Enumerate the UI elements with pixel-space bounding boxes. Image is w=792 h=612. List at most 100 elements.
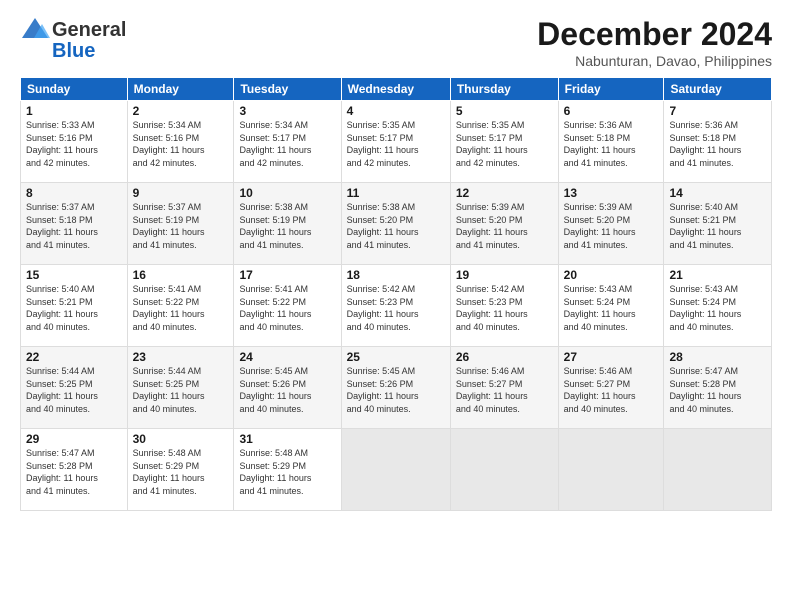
- logo-icon: [20, 16, 50, 44]
- day-info: Sunrise: 5:41 AM Sunset: 5:22 PM Dayligh…: [133, 283, 229, 333]
- weekday-header: Sunday: [21, 78, 128, 101]
- day-info: Sunrise: 5:37 AM Sunset: 5:18 PM Dayligh…: [26, 201, 122, 251]
- calendar-cell: 4Sunrise: 5:35 AM Sunset: 5:17 PM Daylig…: [341, 101, 450, 183]
- calendar-cell: 12Sunrise: 5:39 AM Sunset: 5:20 PM Dayli…: [450, 183, 558, 265]
- day-number: 31: [239, 432, 335, 446]
- calendar-cell: 29Sunrise: 5:47 AM Sunset: 5:28 PM Dayli…: [21, 429, 128, 511]
- calendar-week-row: 8Sunrise: 5:37 AM Sunset: 5:18 PM Daylig…: [21, 183, 772, 265]
- calendar-cell: 25Sunrise: 5:45 AM Sunset: 5:26 PM Dayli…: [341, 347, 450, 429]
- day-number: 16: [133, 268, 229, 282]
- day-number: 20: [564, 268, 659, 282]
- day-info: Sunrise: 5:44 AM Sunset: 5:25 PM Dayligh…: [133, 365, 229, 415]
- calendar-cell: 7Sunrise: 5:36 AM Sunset: 5:18 PM Daylig…: [664, 101, 772, 183]
- calendar-cell: [341, 429, 450, 511]
- weekday-header: Saturday: [664, 78, 772, 101]
- calendar-cell: 8Sunrise: 5:37 AM Sunset: 5:18 PM Daylig…: [21, 183, 128, 265]
- calendar-cell: 19Sunrise: 5:42 AM Sunset: 5:23 PM Dayli…: [450, 265, 558, 347]
- calendar-cell: 26Sunrise: 5:46 AM Sunset: 5:27 PM Dayli…: [450, 347, 558, 429]
- day-number: 17: [239, 268, 335, 282]
- calendar-week-row: 1Sunrise: 5:33 AM Sunset: 5:16 PM Daylig…: [21, 101, 772, 183]
- calendar-cell: [558, 429, 664, 511]
- calendar-cell: 14Sunrise: 5:40 AM Sunset: 5:21 PM Dayli…: [664, 183, 772, 265]
- calendar-cell: 9Sunrise: 5:37 AM Sunset: 5:19 PM Daylig…: [127, 183, 234, 265]
- day-number: 9: [133, 186, 229, 200]
- day-info: Sunrise: 5:48 AM Sunset: 5:29 PM Dayligh…: [239, 447, 335, 497]
- day-info: Sunrise: 5:39 AM Sunset: 5:20 PM Dayligh…: [456, 201, 553, 251]
- day-number: 3: [239, 104, 335, 118]
- calendar-cell: 28Sunrise: 5:47 AM Sunset: 5:28 PM Dayli…: [664, 347, 772, 429]
- day-number: 24: [239, 350, 335, 364]
- day-info: Sunrise: 5:36 AM Sunset: 5:18 PM Dayligh…: [564, 119, 659, 169]
- day-info: Sunrise: 5:45 AM Sunset: 5:26 PM Dayligh…: [239, 365, 335, 415]
- day-info: Sunrise: 5:44 AM Sunset: 5:25 PM Dayligh…: [26, 365, 122, 415]
- title-block: December 2024 Nabunturan, Davao, Philipp…: [537, 16, 772, 69]
- day-number: 6: [564, 104, 659, 118]
- page-header: General Blue December 2024 Nabunturan, D…: [20, 16, 772, 69]
- calendar-cell: 15Sunrise: 5:40 AM Sunset: 5:21 PM Dayli…: [21, 265, 128, 347]
- day-number: 12: [456, 186, 553, 200]
- day-number: 30: [133, 432, 229, 446]
- weekday-header: Monday: [127, 78, 234, 101]
- calendar-week-row: 22Sunrise: 5:44 AM Sunset: 5:25 PM Dayli…: [21, 347, 772, 429]
- weekday-header: Tuesday: [234, 78, 341, 101]
- day-number: 8: [26, 186, 122, 200]
- calendar-cell: 22Sunrise: 5:44 AM Sunset: 5:25 PM Dayli…: [21, 347, 128, 429]
- day-info: Sunrise: 5:43 AM Sunset: 5:24 PM Dayligh…: [564, 283, 659, 333]
- day-info: Sunrise: 5:47 AM Sunset: 5:28 PM Dayligh…: [26, 447, 122, 497]
- day-number: 2: [133, 104, 229, 118]
- day-info: Sunrise: 5:47 AM Sunset: 5:28 PM Dayligh…: [669, 365, 766, 415]
- calendar-cell: 2Sunrise: 5:34 AM Sunset: 5:16 PM Daylig…: [127, 101, 234, 183]
- day-info: Sunrise: 5:35 AM Sunset: 5:17 PM Dayligh…: [456, 119, 553, 169]
- day-number: 21: [669, 268, 766, 282]
- calendar-cell: 16Sunrise: 5:41 AM Sunset: 5:22 PM Dayli…: [127, 265, 234, 347]
- day-info: Sunrise: 5:37 AM Sunset: 5:19 PM Dayligh…: [133, 201, 229, 251]
- day-info: Sunrise: 5:34 AM Sunset: 5:17 PM Dayligh…: [239, 119, 335, 169]
- day-info: Sunrise: 5:39 AM Sunset: 5:20 PM Dayligh…: [564, 201, 659, 251]
- calendar-cell: 3Sunrise: 5:34 AM Sunset: 5:17 PM Daylig…: [234, 101, 341, 183]
- day-number: 1: [26, 104, 122, 118]
- calendar-cell: 21Sunrise: 5:43 AM Sunset: 5:24 PM Dayli…: [664, 265, 772, 347]
- calendar-cell: 31Sunrise: 5:48 AM Sunset: 5:29 PM Dayli…: [234, 429, 341, 511]
- calendar-cell: 6Sunrise: 5:36 AM Sunset: 5:18 PM Daylig…: [558, 101, 664, 183]
- day-info: Sunrise: 5:42 AM Sunset: 5:23 PM Dayligh…: [347, 283, 445, 333]
- day-info: Sunrise: 5:46 AM Sunset: 5:27 PM Dayligh…: [564, 365, 659, 415]
- calendar-cell: 23Sunrise: 5:44 AM Sunset: 5:25 PM Dayli…: [127, 347, 234, 429]
- calendar-cell: 17Sunrise: 5:41 AM Sunset: 5:22 PM Dayli…: [234, 265, 341, 347]
- day-info: Sunrise: 5:34 AM Sunset: 5:16 PM Dayligh…: [133, 119, 229, 169]
- day-number: 19: [456, 268, 553, 282]
- day-number: 7: [669, 104, 766, 118]
- day-info: Sunrise: 5:35 AM Sunset: 5:17 PM Dayligh…: [347, 119, 445, 169]
- calendar-cell: 20Sunrise: 5:43 AM Sunset: 5:24 PM Dayli…: [558, 265, 664, 347]
- calendar-cell: 30Sunrise: 5:48 AM Sunset: 5:29 PM Dayli…: [127, 429, 234, 511]
- day-info: Sunrise: 5:46 AM Sunset: 5:27 PM Dayligh…: [456, 365, 553, 415]
- day-number: 25: [347, 350, 445, 364]
- day-info: Sunrise: 5:36 AM Sunset: 5:18 PM Dayligh…: [669, 119, 766, 169]
- day-number: 15: [26, 268, 122, 282]
- day-number: 28: [669, 350, 766, 364]
- calendar-header-row: SundayMondayTuesdayWednesdayThursdayFrid…: [21, 78, 772, 101]
- calendar-week-row: 15Sunrise: 5:40 AM Sunset: 5:21 PM Dayli…: [21, 265, 772, 347]
- day-info: Sunrise: 5:33 AM Sunset: 5:16 PM Dayligh…: [26, 119, 122, 169]
- day-number: 4: [347, 104, 445, 118]
- calendar-cell: 5Sunrise: 5:35 AM Sunset: 5:17 PM Daylig…: [450, 101, 558, 183]
- day-number: 5: [456, 104, 553, 118]
- day-number: 27: [564, 350, 659, 364]
- day-info: Sunrise: 5:42 AM Sunset: 5:23 PM Dayligh…: [456, 283, 553, 333]
- day-number: 22: [26, 350, 122, 364]
- day-info: Sunrise: 5:38 AM Sunset: 5:20 PM Dayligh…: [347, 201, 445, 251]
- calendar-cell: 24Sunrise: 5:45 AM Sunset: 5:26 PM Dayli…: [234, 347, 341, 429]
- calendar-cell: 1Sunrise: 5:33 AM Sunset: 5:16 PM Daylig…: [21, 101, 128, 183]
- day-number: 26: [456, 350, 553, 364]
- day-number: 11: [347, 186, 445, 200]
- weekday-header: Thursday: [450, 78, 558, 101]
- calendar-cell: 10Sunrise: 5:38 AM Sunset: 5:19 PM Dayli…: [234, 183, 341, 265]
- page: General Blue December 2024 Nabunturan, D…: [0, 0, 792, 612]
- calendar-cell: 13Sunrise: 5:39 AM Sunset: 5:20 PM Dayli…: [558, 183, 664, 265]
- month-title: December 2024: [537, 16, 772, 53]
- day-info: Sunrise: 5:43 AM Sunset: 5:24 PM Dayligh…: [669, 283, 766, 333]
- day-number: 10: [239, 186, 335, 200]
- calendar-cell: 27Sunrise: 5:46 AM Sunset: 5:27 PM Dayli…: [558, 347, 664, 429]
- weekday-header: Friday: [558, 78, 664, 101]
- day-number: 18: [347, 268, 445, 282]
- day-info: Sunrise: 5:40 AM Sunset: 5:21 PM Dayligh…: [26, 283, 122, 333]
